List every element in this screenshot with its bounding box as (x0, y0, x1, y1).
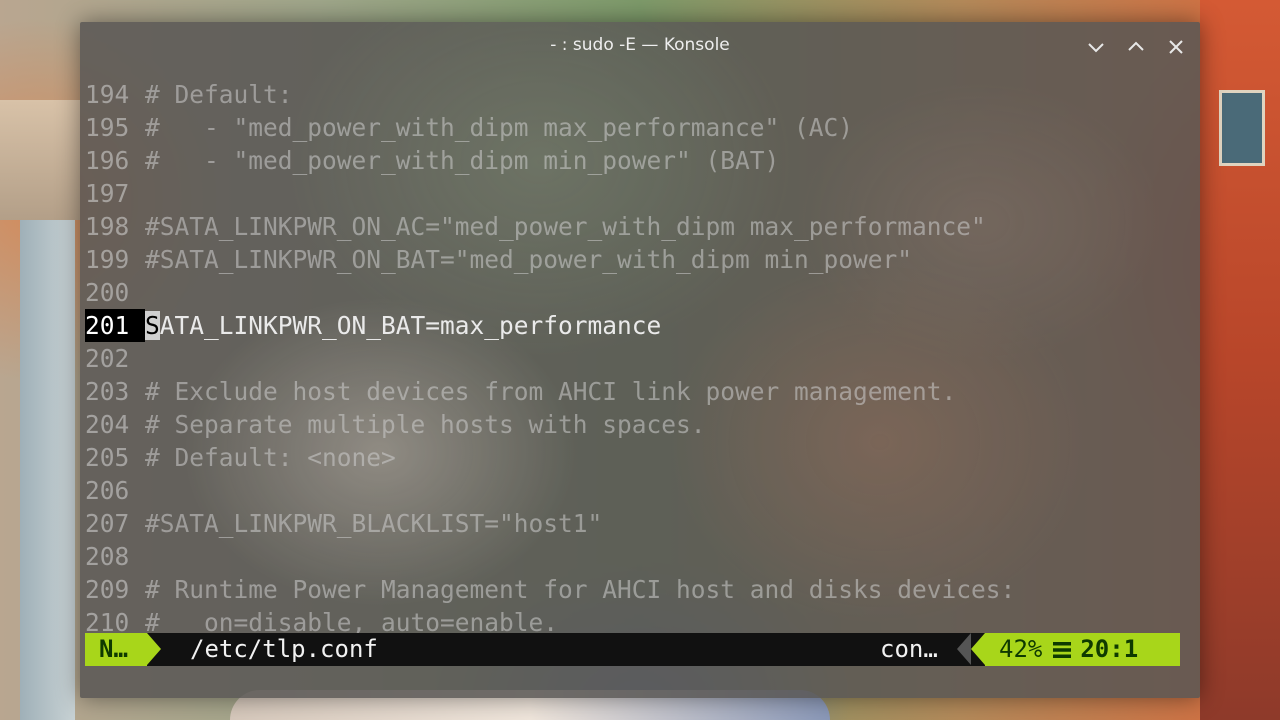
line-number: 201 (85, 309, 145, 342)
editor-line[interactable]: 207 #SATA_LINKPWR_BLACKLIST="host1" (85, 507, 1015, 540)
position-separator-dark (957, 633, 971, 665)
position-separator (971, 633, 985, 665)
line-text: #SATA_LINKPWR_BLACKLIST="host1" (145, 509, 603, 538)
editor-line[interactable]: 198 #SATA_LINKPWR_ON_AC="med_power_with_d… (85, 210, 1015, 243)
editor-line[interactable]: 203 # Exclude host devices from AHCI link… (85, 375, 1015, 408)
line-number: 206 (85, 476, 130, 505)
line-number: 202 (85, 344, 130, 373)
wallpaper-beam (0, 100, 80, 220)
chevron-up-icon (1128, 41, 1144, 51)
line-number: 208 (85, 542, 130, 571)
editor-line[interactable]: 196 # - "med_power_with_dipm min_power" (… (85, 144, 1015, 177)
line-text: # Exclude host devices from AHCI link po… (145, 377, 957, 406)
editor-line[interactable]: 208 (85, 540, 1015, 573)
chevron-down-icon (1088, 43, 1104, 53)
editor-line[interactable]: 205 # Default: <none> (85, 441, 1015, 474)
editor-line[interactable]: 194 # Default: (85, 78, 1015, 111)
line-number: 204 (85, 410, 130, 439)
editor-line[interactable]: 197 (85, 177, 1015, 210)
line-text: #SATA_LINKPWR_ON_BAT="med_power_with_dip… (145, 245, 913, 274)
line-column: 20:1 (1080, 635, 1139, 663)
editor-line[interactable]: 209 # Runtime Power Management for AHCI h… (85, 573, 1015, 606)
line-number: 194 (85, 80, 130, 109)
line-text: #SATA_LINKPWR_ON_AC="med_power_with_dipm… (145, 212, 986, 241)
editor-line[interactable]: 199 #SATA_LINKPWR_ON_BAT="med_power_with_… (85, 243, 1015, 276)
close-icon (1169, 40, 1183, 54)
line-text: SATA_LINKPWR_ON_BAT=max_performance (145, 309, 661, 342)
minimize-button[interactable] (1085, 36, 1107, 58)
line-number: 200 (85, 278, 130, 307)
editor-line[interactable]: 202 (85, 342, 1015, 375)
wallpaper-window (1219, 90, 1265, 166)
vim-statusline: N… /etc/tlp.conf con… 42% 20:1 (85, 633, 1180, 666)
cursor-position: 42% 20:1 (985, 633, 1180, 666)
close-button[interactable] (1165, 36, 1187, 58)
maximize-button[interactable] (1125, 36, 1147, 58)
line-text: # - "med_power_with_dipm max_performance… (145, 113, 854, 142)
line-number: 205 (85, 443, 130, 472)
line-number: 207 (85, 509, 130, 538)
line-number: 203 (85, 377, 130, 406)
line-text: # Default: <none> (145, 443, 396, 472)
editor-line[interactable]: 200 (85, 276, 1015, 309)
mode-indicator: N… (85, 633, 147, 666)
line-number: 198 (85, 212, 130, 241)
text-cursor: S (145, 311, 160, 340)
line-text: # - "med_power_with_dipm min_power" (BAT… (145, 146, 780, 175)
line-text: # Default: (145, 80, 293, 109)
line-text-rest: ATA_LINKPWR_ON_BAT=max_performance (159, 311, 662, 340)
file-name: /etc/tlp.conf (190, 635, 378, 663)
editor-line[interactable]: 204 # Separate multiple hosts with spaces… (85, 408, 1015, 441)
scroll-percent: 42% (999, 635, 1043, 663)
line-number: 199 (85, 245, 130, 274)
line-number: 195 (85, 113, 130, 142)
line-number: 197 (85, 179, 130, 208)
line-text: # Separate multiple hosts with spaces. (145, 410, 706, 439)
terminal-text-area[interactable]: 194 # Default: 195 # - "med_power_with_dipm… (85, 78, 1015, 639)
file-type: con… (880, 635, 938, 663)
editor-line-current[interactable]: 201 SATA_LINKPWR_ON_BAT=max_performance (85, 309, 1015, 342)
titlebar[interactable]: - : sudo -E — Konsole (80, 22, 1200, 72)
line-number: 196 (85, 146, 130, 175)
editor-line[interactable]: 195 # - "med_power_with_dipm max_performa… (85, 111, 1015, 144)
mode-separator (147, 633, 161, 665)
konsole-window[interactable]: - : sudo -E — Konsole 194 # Default: 195 # … (80, 22, 1200, 698)
wallpaper-post (20, 220, 75, 720)
window-title: - : sudo -E — Konsole (550, 35, 730, 55)
hamburger-lines-icon (1053, 642, 1072, 658)
line-number: 209 (85, 575, 130, 604)
editor-line[interactable]: 206 (85, 474, 1015, 507)
line-text: # Runtime Power Management for AHCI host… (145, 575, 1016, 604)
